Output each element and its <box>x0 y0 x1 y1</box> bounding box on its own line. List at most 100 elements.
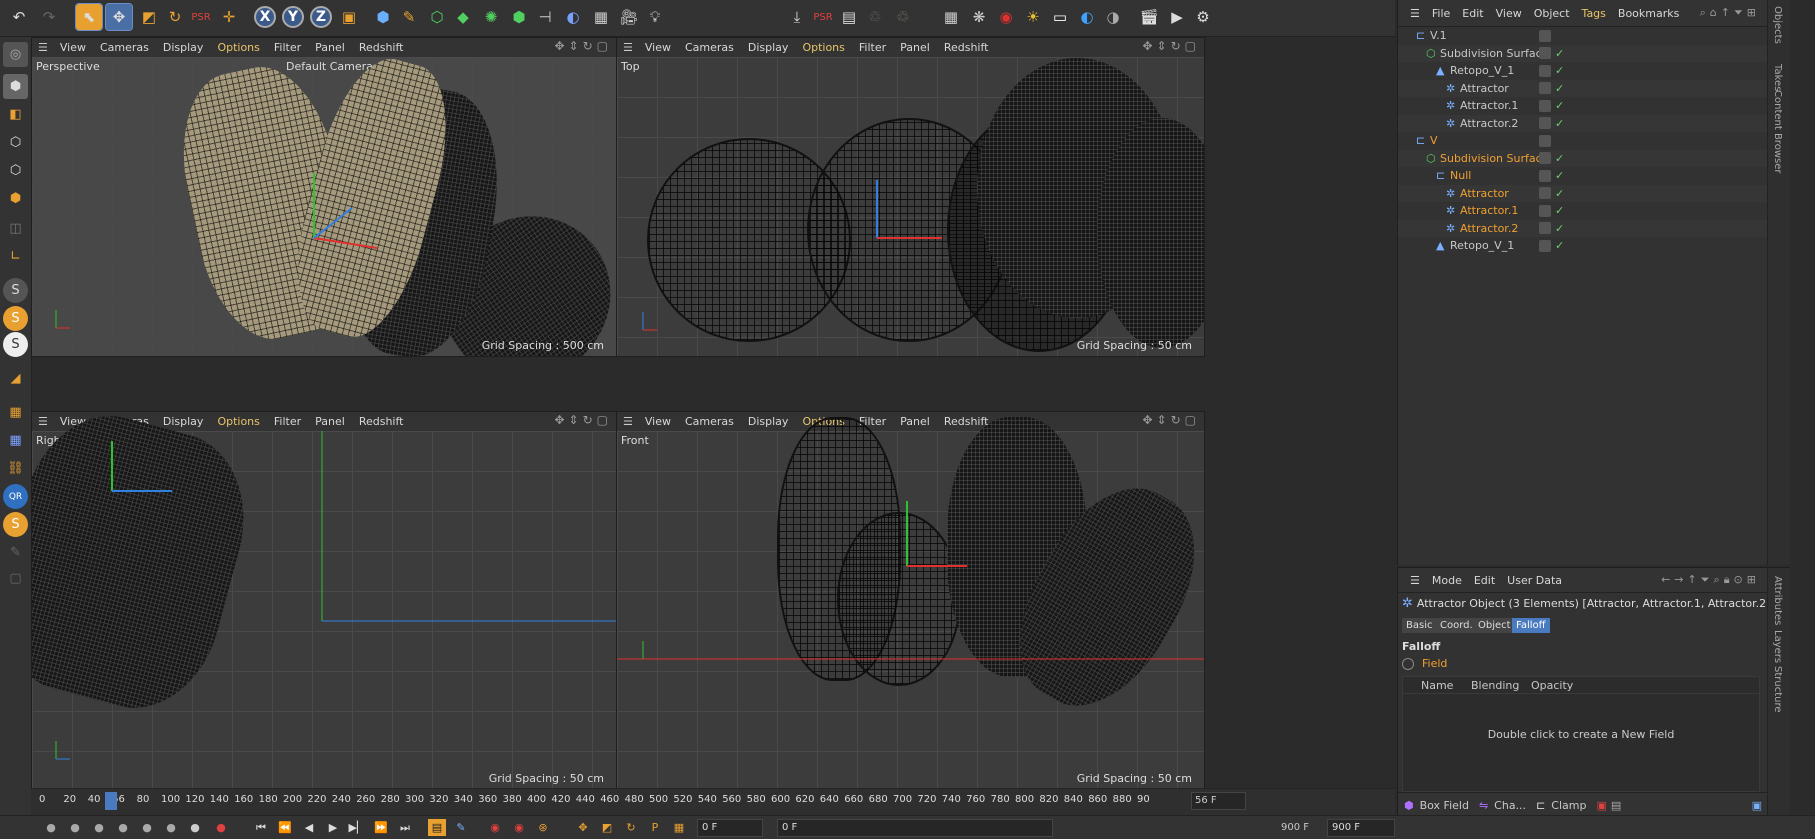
floor-icon[interactable]: ▦ <box>588 4 614 30</box>
points-mode-icon[interactable]: ⬡ <box>3 130 28 155</box>
menu-view[interactable]: View <box>645 415 671 428</box>
scale-tool-icon[interactable]: ◩ <box>136 4 162 30</box>
material-sphere-icon[interactable]: ● <box>90 819 108 836</box>
layer-blue-icon[interactable]: ▦ <box>3 428 28 453</box>
viewport-nav-icons[interactable]: ✥⇕↻▢ <box>554 413 612 427</box>
render-view-icon[interactable]: 🎬︎ <box>1136 4 1162 30</box>
area-light-icon[interactable]: ▭ <box>1047 4 1073 30</box>
tab-takes[interactable]: Takes <box>1772 64 1783 91</box>
object-name[interactable]: V.1 <box>1430 29 1447 42</box>
keyframe-mode-icon[interactable]: ▤ <box>428 819 446 836</box>
render-icon[interactable]: ▶ <box>1164 4 1190 30</box>
object-name[interactable]: Subdivision Surface <box>1440 47 1548 60</box>
object-row[interactable]: ✲ Attractor.1 ✓ <box>1398 202 1790 219</box>
menu-display[interactable]: Display <box>748 415 789 428</box>
menu-panel[interactable]: Panel <box>900 41 930 54</box>
keyframe-settings-icon[interactable]: ⊛ <box>534 819 552 836</box>
attribute-manager-tools[interactable]: ←→↑⏷⌕🔒︎⊙⊞ <box>1661 573 1760 587</box>
next-key-icon[interactable]: ⏩ <box>372 819 390 836</box>
menu-icon[interactable]: ☰ <box>1410 7 1420 20</box>
enable-check-icon[interactable]: ✓ <box>1555 117 1564 130</box>
tab-coord[interactable]: Coord. <box>1436 618 1477 633</box>
layer-icon[interactable] <box>1539 29 1551 42</box>
mograph-icon[interactable]: ⬢ <box>506 4 532 30</box>
menu-edit[interactable]: Edit <box>1462 7 1483 20</box>
menu-redshift[interactable]: Redshift <box>359 41 404 54</box>
layer-icon[interactable]: ▦ <box>3 400 28 425</box>
layer-icon[interactable] <box>1539 152 1551 164</box>
x-axis-lock-button[interactable]: X <box>252 4 278 30</box>
key-rotation-icon[interactable]: ↻ <box>622 819 640 836</box>
play-icon[interactable]: ▶ <box>324 819 342 836</box>
layer-icon[interactable] <box>1539 204 1551 217</box>
enable-check-icon[interactable]: ✓ <box>1555 204 1564 217</box>
object-name[interactable]: Attractor <box>1460 82 1509 95</box>
material-sphere-icon[interactable]: ● <box>114 819 132 836</box>
object-row[interactable]: ✲ Attractor ✓ <box>1398 79 1790 97</box>
cloner-icon[interactable]: ✺ <box>478 4 504 30</box>
viewport-top[interactable]: ☰ View Cameras Display Options Filter Pa… <box>616 37 1205 357</box>
menu-object[interactable]: Object <box>1534 7 1570 20</box>
menu-redshift[interactable]: Redshift <box>944 415 989 428</box>
object-row[interactable]: ⊏ Null ✓ <box>1398 167 1790 184</box>
viewport-front[interactable]: ☰ View Cameras Display Options Filter Pa… <box>616 411 1205 790</box>
frame-icon[interactable]: ▢ <box>3 566 28 591</box>
enable-check-icon[interactable]: ✓ <box>1555 152 1564 165</box>
key-param-icon[interactable]: P <box>646 819 664 836</box>
start-frame-field[interactable]: 0 F <box>697 819 763 837</box>
tab-object[interactable]: Object <box>1474 618 1515 633</box>
key-position-icon[interactable]: ✥ <box>574 819 592 836</box>
tab-layers[interactable]: Layers <box>1772 630 1783 663</box>
menu-bookmarks[interactable]: Bookmarks <box>1618 7 1679 20</box>
column-name[interactable]: Name <box>1421 679 1471 692</box>
menu-display[interactable]: Display <box>748 41 789 54</box>
enable-check-icon[interactable]: ✓ <box>1555 82 1564 95</box>
enable-check-icon[interactable]: ✓ <box>1555 64 1564 77</box>
menu-file[interactable]: File <box>1432 7 1450 20</box>
brush-icon[interactable]: ✎ <box>3 540 28 565</box>
layer-icon[interactable] <box>1539 99 1551 112</box>
render-download-icon[interactable]: ⤓ <box>784 4 810 30</box>
layer-icon[interactable] <box>1539 222 1551 234</box>
auto-key-icon[interactable]: ✎ <box>452 819 470 836</box>
end-frame-field[interactable]: 900 F <box>1327 819 1395 837</box>
record-icon[interactable]: ◉ <box>486 819 504 836</box>
object-name[interactable]: Attractor <box>1460 187 1509 200</box>
menu-display[interactable]: Display <box>163 415 204 428</box>
light-icon[interactable]: 💡︎ <box>642 4 668 30</box>
key-scale-icon[interactable]: ◩ <box>598 819 616 836</box>
subdivision-icon[interactable]: ⬡ <box>424 4 450 30</box>
menu-view[interactable]: View <box>60 41 86 54</box>
cube-icon[interactable]: ⬢ <box>370 4 396 30</box>
tab-content-browser[interactable]: Content Browser <box>1772 90 1783 173</box>
timeline-ruler[interactable]: 0 20 40 56 80 100 120 140 160 180 200 220 240 260 280 3… <box>31 788 1395 815</box>
object-name[interactable]: Retopo_V_1 <box>1450 64 1514 77</box>
grid-icon[interactable]: ▦ <box>938 4 964 30</box>
menu-filter[interactable]: Filter <box>859 41 886 54</box>
menu-icon[interactable]: ☰ <box>623 415 633 428</box>
menu-cameras[interactable]: Cameras <box>685 41 734 54</box>
viewport-right[interactable]: ☰ View Cameras Display Options Filter Pa… <box>31 411 617 790</box>
menu-mode[interactable]: Mode <box>1432 574 1462 587</box>
tab-falloff[interactable]: Falloff <box>1512 618 1550 633</box>
snap-settings-icon[interactable]: S <box>3 306 28 331</box>
menu-icon[interactable]: ☰ <box>1410 574 1420 587</box>
column-blending[interactable]: Blending <box>1471 679 1531 692</box>
object-row[interactable]: ⊏ V.1 <box>1398 27 1790 44</box>
menu-redshift[interactable]: Redshift <box>944 41 989 54</box>
psr-icon[interactable]: PSR <box>188 4 214 30</box>
layer-icon[interactable] <box>1539 64 1551 77</box>
material-sphere-icon[interactable]: ● <box>186 819 204 836</box>
material-sphere-icon[interactable]: ● <box>138 819 156 836</box>
object-row[interactable]: ▲ Retopo_V_1 ✓ <box>1398 237 1790 254</box>
coordinate-system-icon[interactable]: ▣ <box>336 4 362 30</box>
menu-cameras[interactable]: Cameras <box>685 415 734 428</box>
red-camera-icon[interactable]: ◉ <box>993 4 1019 30</box>
viewport-perspective[interactable]: ☰ View Cameras Display Options Filter Pa… <box>31 37 617 357</box>
last-frame-icon[interactable]: ⏭ <box>396 819 414 836</box>
field-icon[interactable]: ◐ <box>560 4 586 30</box>
field-layer-icon[interactable]: ▣ <box>1596 799 1606 812</box>
object-name[interactable]: V <box>1430 134 1438 147</box>
current-frame-field[interactable]: 56 F <box>1191 792 1246 810</box>
enable-check-icon[interactable]: ✓ <box>1555 169 1564 182</box>
